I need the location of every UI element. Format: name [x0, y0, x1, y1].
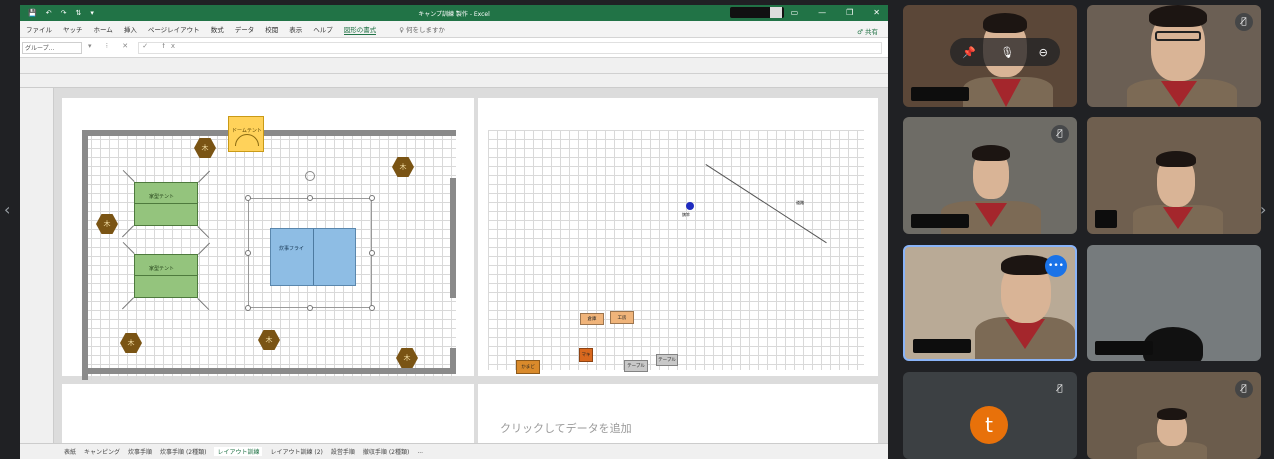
participant-grid: 📌 🎙 ⊖ 🎙̸ 🎙̸ ••• 🎙̸ t 🎙̸ ›: [888, 0, 1274, 459]
flagpole-marker[interactable]: [686, 202, 694, 210]
share-button[interactable]: ♂ 共有: [857, 26, 878, 36]
participant-name-redacted: [1095, 210, 1117, 228]
shared-excel-window: 💾 ↶ ↷ ⇅ ▾ キャンプ訓練 製作 - Excel ▭ — ❐ ✕ ファイル…: [20, 5, 888, 459]
tell-me-search[interactable]: ♀ 何をしますか: [399, 24, 445, 34]
dome-tent-shape[interactable]: ドームテント: [228, 116, 264, 152]
tab-shape-format[interactable]: 図形の書式: [343, 24, 377, 35]
participant-avatar: t: [970, 406, 1008, 444]
remove-icon[interactable]: ⊖: [1039, 46, 1048, 59]
chevron-left-icon[interactable]: ‹: [4, 200, 10, 219]
sheet-tab[interactable]: 設営手順: [331, 447, 355, 456]
house-tent-shape[interactable]: 家型テント: [134, 182, 198, 226]
tab-formulas[interactable]: 数式: [211, 24, 224, 34]
participant-tile-active[interactable]: •••: [903, 245, 1077, 361]
wall-bottom: [82, 368, 456, 374]
pin-icon[interactable]: 📌: [962, 46, 976, 59]
sheet-tab[interactable]: 炊事手順 (2種類): [160, 447, 206, 456]
sheet-tab[interactable]: 表紙: [64, 447, 76, 456]
rotate-handle[interactable]: [305, 171, 315, 181]
participant-name-redacted: [1095, 341, 1153, 355]
tab-view[interactable]: 表示: [289, 24, 302, 34]
window-controls: ▭ — ❐ ✕: [791, 8, 880, 17]
microphone-icon[interactable]: 🎙: [1000, 46, 1014, 59]
cooking-fly-shape[interactable]: 炊事フライ: [270, 228, 356, 286]
more-options-icon[interactable]: •••: [1045, 255, 1067, 277]
wall-right-upper: [450, 178, 456, 298]
participant-tile[interactable]: 🎙̸: [903, 117, 1077, 234]
resize-handle[interactable]: [245, 250, 251, 256]
participant-name-redacted: [911, 87, 969, 101]
tab-help[interactable]: ヘルプ: [313, 24, 333, 34]
column-headers: [20, 74, 888, 88]
layout-box[interactable]: かまど: [516, 360, 540, 374]
mic-off-icon: 🎙̸: [1235, 380, 1253, 398]
chevron-right-icon[interactable]: ›: [1260, 200, 1266, 219]
resize-handle[interactable]: [369, 305, 375, 311]
resize-handle[interactable]: [369, 195, 375, 201]
participant-tile[interactable]: [1087, 117, 1261, 234]
ribbon-tabs: ファイル ヤッチ ホーム 挿入 ページレイアウト 数式 データ 校閲 表示 ヘル…: [20, 21, 888, 38]
participant-tile[interactable]: 🎙̸ t: [903, 372, 1077, 459]
add-data-placeholder[interactable]: クリックしてデータを追加: [500, 420, 632, 436]
wall-top: [82, 130, 456, 136]
layout-page-left-next: [62, 384, 474, 443]
participant-tile[interactable]: [1087, 245, 1261, 361]
tab-review[interactable]: 校閲: [265, 24, 278, 34]
tile-hover-controls: 📌 🎙 ⊖: [950, 38, 1060, 66]
mic-off-icon: 🎙̸: [1051, 125, 1069, 143]
tab-home[interactable]: ホーム: [94, 24, 113, 34]
cell-grid[interactable]: [488, 130, 864, 370]
close-icon[interactable]: ✕: [873, 8, 880, 17]
mic-off-icon: 🎙̸: [1235, 13, 1253, 31]
page-ruler: [20, 58, 888, 74]
sheet-tab[interactable]: 撤収手順 (2種類): [363, 447, 409, 456]
tab-insert[interactable]: 挿入: [124, 24, 137, 34]
tab-file[interactable]: ファイル: [26, 24, 52, 34]
sheet-tab-more[interactable]: ...: [417, 448, 423, 455]
participant-tile[interactable]: 🎙̸: [1087, 372, 1261, 459]
participant-tile[interactable]: 🎙̸: [1087, 5, 1261, 107]
sheet-tabs: 表紙 キャンピング 炊事手順 炊事手順 (2種類) レイアウト訓練 レイアウト訓…: [20, 443, 888, 459]
excel-title-bar: 💾 ↶ ↷ ⇅ ▾ キャンプ訓練 製作 - Excel ▭ — ❐ ✕: [20, 5, 888, 21]
wall-right-lower: [450, 348, 456, 374]
formula-bar: グループ... ▾ ⁝ ✕ ✓ fx: [20, 38, 888, 58]
house-tent-shape[interactable]: 家型テント: [134, 254, 198, 298]
account-avatar[interactable]: [770, 7, 782, 18]
flagpole-label: 旗竿: [682, 212, 690, 217]
layout-box[interactable]: 倉庫: [580, 313, 604, 325]
resize-handle[interactable]: [307, 195, 313, 201]
ribbon-display-icon[interactable]: ▭: [791, 8, 799, 17]
resize-handle[interactable]: [245, 195, 251, 201]
formula-input[interactable]: [138, 42, 882, 54]
layout-page-left: 木 木 木 木 木 木 ドームテント 家型テント 家型テント 炊事フライ: [62, 98, 474, 380]
layout-page-right: 旗竿 道路 倉庫 工房 かまど テーブル テーブル マキ: [478, 98, 878, 376]
participant-tile[interactable]: 📌 🎙 ⊖: [903, 5, 1077, 107]
sheet-tab-active[interactable]: レイアウト訓練: [214, 447, 263, 456]
row-headers: [20, 88, 54, 443]
layout-box[interactable]: テーブル: [656, 354, 678, 366]
tab-page-layout[interactable]: ページレイアウト: [148, 24, 200, 34]
tab-data[interactable]: データ: [235, 24, 255, 34]
layout-box[interactable]: マキ: [579, 348, 593, 362]
road-label: 道路: [796, 200, 804, 205]
mic-off-icon: 🎙̸: [1051, 380, 1069, 398]
participant-name-redacted: [911, 214, 969, 228]
sheet-tab[interactable]: 炊事手順: [128, 447, 152, 456]
resize-handle[interactable]: [307, 305, 313, 311]
sheet-area[interactable]: 木 木 木 木 木 木 ドームテント 家型テント 家型テント 炊事フライ 旗竿 …: [54, 88, 888, 443]
name-box[interactable]: グループ...: [22, 42, 82, 54]
minimize-icon[interactable]: —: [818, 8, 826, 17]
layout-box[interactable]: テーブル: [624, 360, 648, 372]
layout-box[interactable]: 工房: [610, 311, 634, 324]
sheet-tab[interactable]: レイアウト訓練 (2): [270, 447, 322, 456]
restore-icon[interactable]: ❐: [846, 8, 853, 17]
participant-name-redacted: [913, 339, 971, 353]
layout-page-right-next: クリックしてデータを追加: [478, 384, 878, 443]
wall-left: [82, 130, 88, 380]
resize-handle[interactable]: [369, 250, 375, 256]
sheet-tab[interactable]: キャンピング: [84, 447, 120, 456]
meet-screen: ‹ 💾 ↶ ↷ ⇅ ▾ キャンプ訓練 製作 - Excel ▭ — ❐ ✕ ファ…: [0, 0, 1274, 459]
tab-touch[interactable]: ヤッチ: [63, 24, 83, 34]
resize-handle[interactable]: [245, 305, 251, 311]
